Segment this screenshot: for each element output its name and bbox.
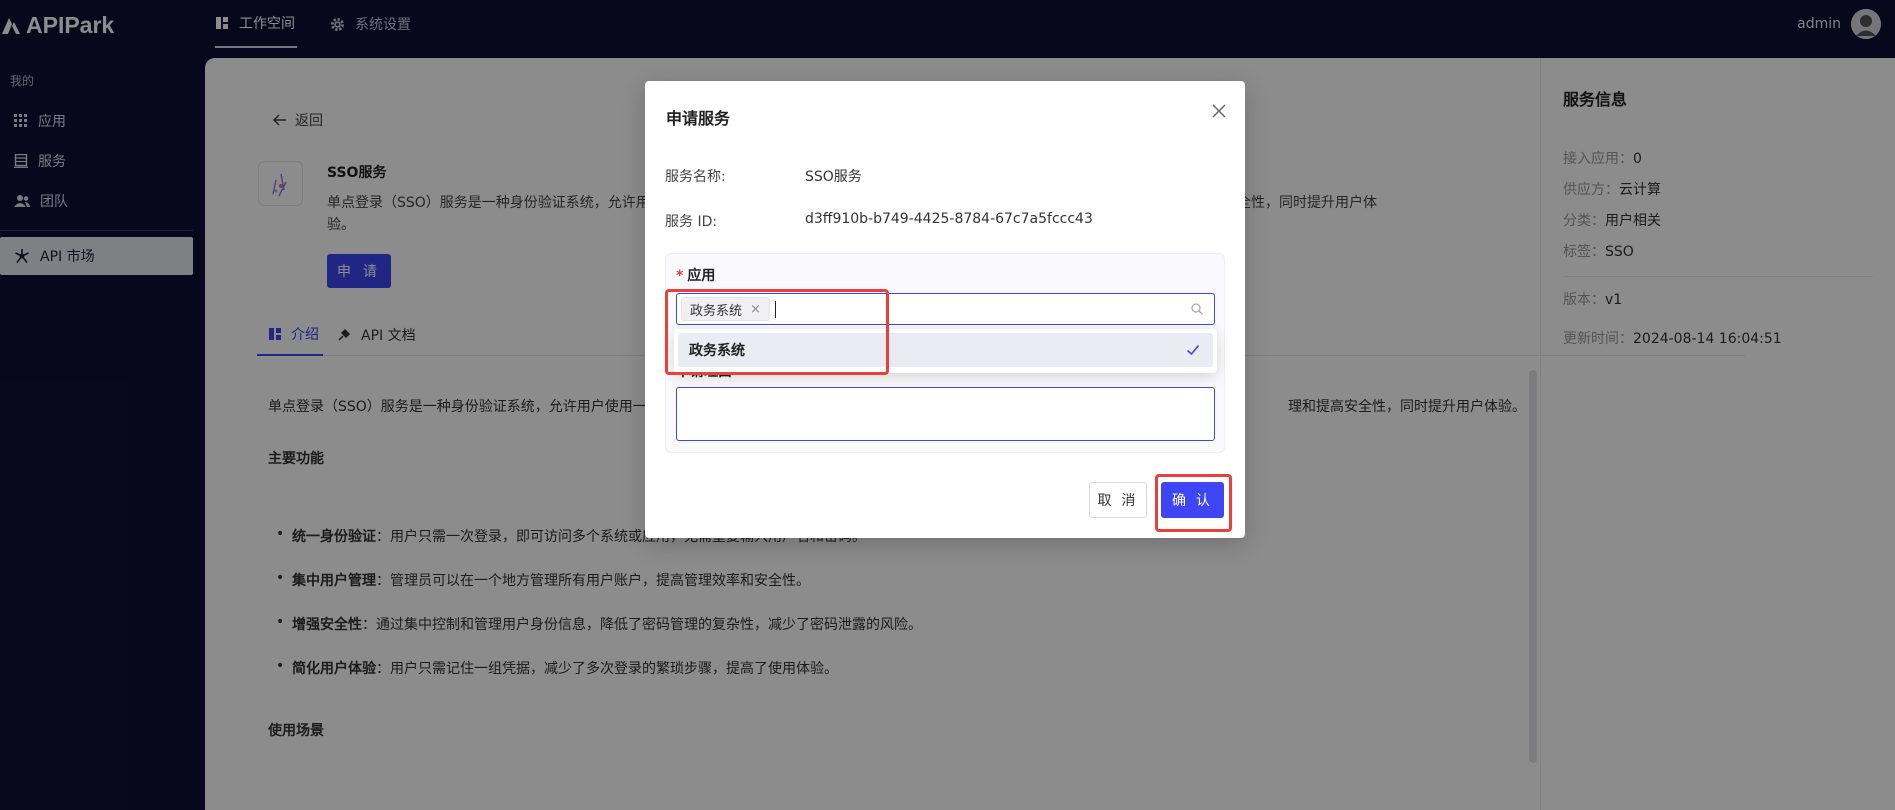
close-icon: [1212, 104, 1226, 118]
field-label-service-name: 服务名称:: [665, 169, 726, 185]
text-cursor: [775, 301, 776, 318]
selected-app-tag-label: 政务系统: [690, 303, 743, 319]
app-field-label-text: 应用: [687, 268, 716, 284]
field-value-service-id: d3ff910b-b749-4425-8784-67c7a5fccc43: [805, 211, 1093, 227]
search-icon: [1191, 303, 1203, 315]
reason-textarea[interactable]: [676, 387, 1215, 441]
cancel-button[interactable]: 取 消: [1089, 482, 1147, 518]
confirm-button[interactable]: 确 认: [1161, 482, 1224, 518]
dropdown-option-label: 政务系统: [689, 343, 745, 359]
tag-remove-icon[interactable]: ×: [750, 302, 761, 317]
app-select[interactable]: 政务系统 ×: [676, 293, 1215, 325]
field-label-service-id: 服务 ID:: [665, 214, 718, 230]
required-mark: *: [676, 268, 684, 284]
app-field-label: * 应用: [676, 265, 715, 285]
selected-app-tag: 政务系统 ×: [681, 297, 770, 321]
close-button[interactable]: [1207, 99, 1231, 123]
field-value-service-name: SSO服务: [805, 169, 862, 185]
app-dropdown: 政务系统: [674, 329, 1217, 373]
apply-service-modal: 申请服务 服务名称: SSO服务 服务 ID: d3ff910b-b749-44…: [645, 81, 1245, 538]
check-icon: [1186, 344, 1200, 356]
dropdown-option[interactable]: 政务系统: [678, 333, 1213, 367]
modal-title: 申请服务: [666, 109, 731, 128]
